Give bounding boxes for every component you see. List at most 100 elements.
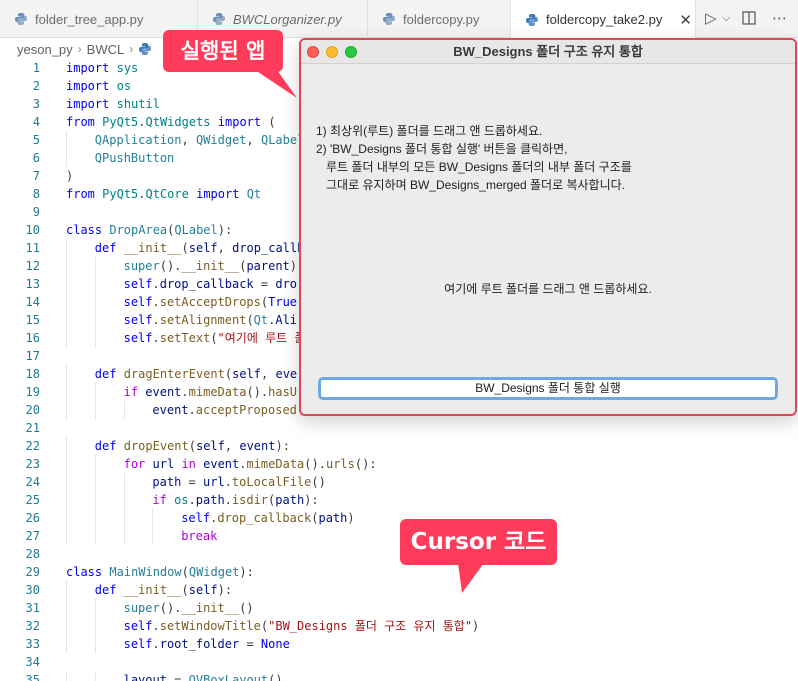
code-token: def [94, 583, 117, 597]
code-line[interactable]: 25 if os.path.isdir(path): [0, 491, 798, 509]
indent-guide [152, 527, 154, 545]
code-line[interactable]: 22 def dropEvent(self, event): [0, 437, 798, 455]
code-token: . [181, 385, 189, 399]
code-token: (). [304, 457, 326, 471]
indent-guide [66, 509, 67, 527]
code-line[interactable]: 30 def __init__(self): [0, 581, 798, 599]
folder-drop-area[interactable]: 여기에 루트 폴더를 드래그 앤 드롭하세요. [301, 280, 795, 297]
code-token: def [94, 241, 117, 255]
indent-guide [66, 581, 67, 599]
code-line[interactable]: 21 [0, 419, 798, 437]
code-token: ( [261, 115, 276, 129]
line-number: 13 [25, 277, 40, 291]
breadcrumb-item-yeson-py[interactable]: yeson_py [17, 42, 73, 57]
code-token: def [94, 367, 117, 381]
code-line[interactable]: 26 self.drop_callback(path) [0, 509, 798, 527]
indent-guide [123, 401, 125, 419]
code-token: QPushButton [94, 151, 175, 165]
split-editor-icon[interactable] [742, 9, 756, 29]
code-token: ( [181, 583, 189, 597]
editor-tab-bar: folder_tree_app.py BWCLorganizer.py fold… [0, 0, 798, 39]
callout-pointer [255, 70, 297, 98]
code-token: ) [347, 511, 355, 525]
code-line[interactable]: 27 break [0, 527, 798, 545]
indent-guide [66, 473, 67, 491]
code-line[interactable]: 34 [0, 653, 798, 671]
instruction-line: 그대로 유지하며 BW_Designs_merged 폴더로 복사합니다. [316, 178, 625, 192]
code-token: . [224, 493, 232, 507]
code-token: Ali [275, 313, 298, 327]
indent-guide [66, 311, 67, 329]
code-line[interactable]: 24 path = url.toLocalFile() [0, 473, 798, 491]
code-token: "여기에 루트 폴 [217, 331, 306, 345]
code-token: ): [217, 583, 233, 597]
code-token: self [123, 331, 153, 345]
code-line[interactable]: 33 self.root_folder = None [0, 635, 798, 653]
code-token: self [123, 313, 153, 327]
code-line[interactable]: 23 for url in event.mimeData().urls(): [0, 455, 798, 473]
code-line[interactable]: 31 super().__init__() [0, 599, 798, 617]
code-token: QWidget [188, 565, 240, 579]
code-token: drop_callb [232, 241, 305, 255]
code-token: "BW_Designs 폴더 구조 유지 통합" [268, 619, 473, 633]
code-token: path [318, 511, 348, 525]
code-text: self.setAcceptDrops(True [124, 293, 297, 311]
line-number: 26 [25, 511, 40, 525]
app-window: BW_Designs 폴더 구조 유지 통합 1) 최상위(루트) 폴더를 드래… [299, 38, 797, 416]
code-token: MainWindow [109, 565, 182, 579]
code-token: import [66, 97, 110, 111]
line-number: 8 [32, 187, 40, 201]
indent-guide [66, 383, 67, 401]
merge-folders-button[interactable]: BW_Designs 폴더 통합 실행 [318, 377, 778, 400]
line-number: 35 [25, 673, 40, 681]
code-text: import sys [66, 59, 138, 77]
code-token: . [224, 475, 232, 489]
line-number: 7 [32, 169, 40, 183]
code-token: __init__ [123, 241, 182, 255]
indent-guide [66, 365, 67, 383]
code-token: setWindowTitle [159, 619, 261, 633]
line-number: 33 [25, 637, 40, 651]
code-token: , [217, 241, 233, 255]
code-token: break [181, 529, 218, 543]
tab-foldercopy[interactable]: foldercopy.py [368, 0, 511, 38]
code-token: () [239, 601, 254, 615]
line-number: 19 [25, 385, 40, 399]
code-token: import [217, 115, 262, 129]
code-line[interactable]: 29 class MainWindow(QWidget): [0, 563, 798, 581]
close-tab-icon[interactable]: ✕ [679, 11, 692, 29]
instructions-label: 1) 최상위(루트) 폴더를 드래그 앤 드롭하세요. 2) 'BW_Desig… [316, 122, 632, 194]
indent-guide [66, 635, 67, 653]
code-text: class DropArea(QLabel): [66, 221, 232, 239]
breadcrumb-item-bwcl[interactable]: BWCL [87, 42, 125, 57]
line-number: 12 [25, 259, 40, 273]
code-text: import os [66, 77, 131, 95]
code-text: self.setWindowTitle("BW_Designs 폴더 구조 유지… [124, 617, 480, 635]
code-token: = [181, 475, 203, 489]
code-line[interactable]: 32 self.setWindowTitle("BW_Designs 폴더 구조 … [0, 617, 798, 635]
indent-guide [66, 455, 67, 473]
code-token: = [239, 637, 261, 651]
line-number: 30 [25, 583, 40, 597]
chevron-right-icon: › [129, 42, 134, 56]
indent-guide [94, 455, 96, 473]
more-actions-icon[interactable]: ⋯ [772, 9, 787, 27]
run-menu-chevron-icon[interactable]: ⌵ [722, 9, 730, 27]
code-text: if os.path.isdir(path): [152, 491, 318, 509]
code-text: from PyQt5.QtCore import Qt [66, 185, 261, 203]
code-token: layout [123, 673, 167, 681]
code-text: self.setText("여기에 루트 폴 [124, 329, 306, 347]
code-line[interactable]: 35 layout = QVBoxLayout() [0, 671, 798, 681]
line-number: 1 [32, 61, 40, 75]
run-icon[interactable]: ▷ [705, 9, 717, 27]
line-number: 14 [25, 295, 40, 309]
code-line[interactable]: 28 [0, 545, 798, 563]
code-text: QPushButton [95, 149, 174, 167]
tab-foldercopy-take2[interactable]: foldercopy_take2.py ✕ [511, 0, 696, 39]
line-number: 28 [25, 547, 40, 561]
indent-guide [152, 509, 154, 527]
